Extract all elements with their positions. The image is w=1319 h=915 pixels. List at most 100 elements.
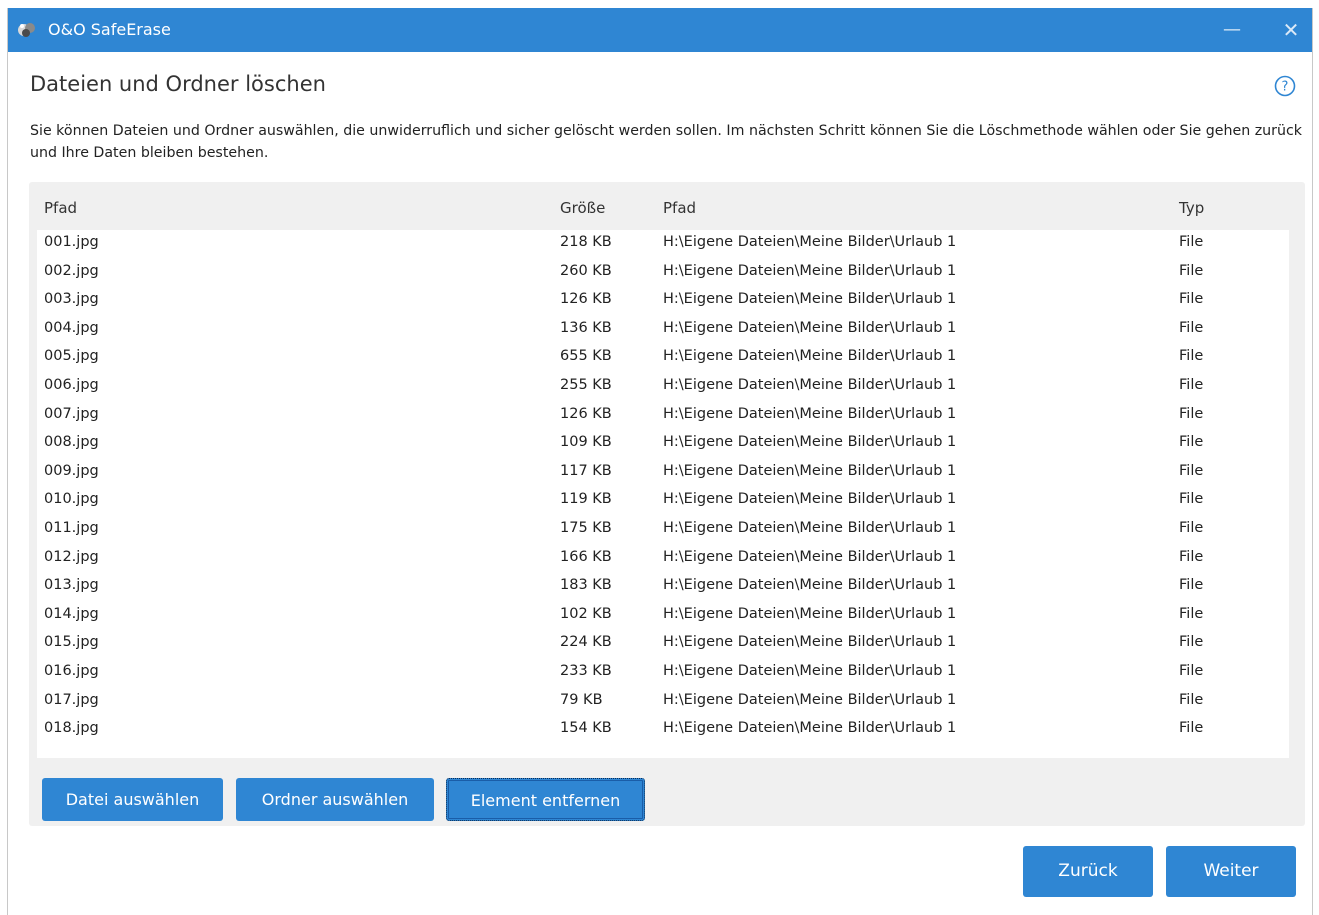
cell-path: H:\Eigene Dateien\Meine Bilder\Urlaub 1: [663, 405, 957, 422]
table-row[interactable]: 015.jpg 224 KB H:\Eigene Dateien\Meine Bil…: [37, 630, 1289, 659]
cell-type: File: [1179, 691, 1204, 708]
table-row[interactable]: 001.jpg 218 KB H:\Eigene Dateien\Meine Bil…: [37, 230, 1289, 259]
title-bar: O&O SafeErase — ✕: [8, 8, 1312, 52]
cell-path: H:\Eigene Dateien\Meine Bilder\Urlaub 1: [663, 348, 957, 365]
cell-size: 119 KB: [560, 491, 612, 508]
column-header-path[interactable]: Pfad: [663, 199, 696, 217]
cell-type: File: [1179, 262, 1204, 279]
table-row[interactable]: 009.jpg 117 KB H:\Eigene Dateien\Meine Bil…: [37, 459, 1289, 488]
column-header-size[interactable]: Größe: [560, 199, 605, 217]
cell-path: H:\Eigene Dateien\Meine Bilder\Urlaub 1: [663, 234, 957, 250]
cell-path: H:\Eigene Dateien\Meine Bilder\Urlaub 1: [663, 291, 957, 308]
cell-size: 218 KB: [560, 234, 612, 250]
cell-name: 018.jpg: [44, 720, 99, 737]
cell-type: File: [1179, 434, 1204, 451]
table-row[interactable]: 018.jpg 154 KB H:\Eigene Dateien\Meine Bil…: [37, 716, 1289, 745]
svg-text:?: ?: [1282, 80, 1289, 95]
cell-path: H:\Eigene Dateien\Meine Bilder\Urlaub 1: [663, 462, 957, 479]
cell-size: 166 KB: [560, 548, 612, 565]
table-row[interactable]: 005.jpg 655 KB H:\Eigene Dateien\Meine Bil…: [37, 344, 1289, 373]
page-title: Dateien und Ordner löschen: [30, 72, 326, 96]
cell-path: H:\Eigene Dateien\Meine Bilder\Urlaub 1: [663, 262, 957, 279]
cell-path: H:\Eigene Dateien\Meine Bilder\Urlaub 1: [663, 377, 957, 393]
table-row[interactable]: 017.jpg 79 KB H:\Eigene Dateien\Meine Bild…: [37, 688, 1289, 717]
cell-size: 126 KB: [560, 405, 612, 422]
column-header-name[interactable]: Pfad: [44, 199, 77, 217]
cell-size: 224 KB: [560, 634, 612, 651]
cell-name: 002.jpg: [44, 262, 99, 279]
cell-name: 001.jpg: [44, 234, 99, 250]
table-row[interactable]: 014.jpg 102 KB H:\Eigene Dateien\Meine Bil…: [37, 602, 1289, 631]
cell-name: 004.jpg: [44, 319, 99, 336]
cell-name: 006.jpg: [44, 377, 99, 393]
window-title: O&O SafeErase: [48, 20, 171, 39]
cell-name: 010.jpg: [44, 491, 99, 508]
cell-name: 007.jpg: [44, 405, 99, 422]
cell-type: File: [1179, 577, 1204, 594]
cell-size: 154 KB: [560, 720, 612, 737]
cell-name: 016.jpg: [44, 663, 99, 679]
cell-path: H:\Eigene Dateien\Meine Bilder\Urlaub 1: [663, 319, 957, 336]
cell-type: File: [1179, 605, 1204, 622]
select-file-button[interactable]: Datei auswählen: [42, 778, 223, 821]
table-row[interactable]: 003.jpg 126 KB H:\Eigene Dateien\Meine Bil…: [37, 287, 1289, 316]
file-list-panel: Pfad Größe Pfad Typ 001.jpg 218 KB H:\Eige…: [29, 182, 1305, 826]
cell-type: File: [1179, 720, 1204, 737]
cell-type: File: [1179, 405, 1204, 422]
table-row[interactable]: 007.jpg 126 KB H:\Eigene Dateien\Meine Bil…: [37, 402, 1289, 431]
cell-path: H:\Eigene Dateien\Meine Bilder\Urlaub 1: [663, 548, 957, 565]
cell-name: 009.jpg: [44, 462, 99, 479]
cell-name: 017.jpg: [44, 691, 99, 708]
table-row[interactable]: 013.jpg 183 KB H:\Eigene Dateien\Meine Bil…: [37, 573, 1289, 602]
cell-path: H:\Eigene Dateien\Meine Bilder\Urlaub 1: [663, 634, 957, 651]
table-row[interactable]: 010.jpg 119 KB H:\Eigene Dateien\Meine Bil…: [37, 487, 1289, 516]
minimize-icon[interactable]: —: [1217, 16, 1247, 44]
close-icon[interactable]: ✕: [1276, 16, 1306, 44]
table-row[interactable]: 004.jpg 136 KB H:\Eigene Dateien\Meine Bil…: [37, 316, 1289, 345]
cell-type: File: [1179, 548, 1204, 565]
cell-type: File: [1179, 634, 1204, 651]
cell-name: 012.jpg: [44, 548, 99, 565]
cell-size: 79 KB: [560, 691, 603, 708]
table-row[interactable]: 006.jpg 255 KB H:\Eigene Dateien\Meine Bil…: [37, 373, 1289, 402]
cell-path: H:\Eigene Dateien\Meine Bilder\Urlaub 1: [663, 434, 957, 451]
cell-size: 183 KB: [560, 577, 612, 594]
cell-size: 175 KB: [560, 520, 612, 536]
select-folder-button[interactable]: Ordner auswählen: [236, 778, 434, 821]
cell-size: 126 KB: [560, 291, 612, 308]
help-icon[interactable]: ?: [1273, 74, 1297, 98]
cell-path: H:\Eigene Dateien\Meine Bilder\Urlaub 1: [663, 577, 957, 594]
cell-type: File: [1179, 319, 1204, 336]
table-row[interactable]: 012.jpg 166 KB H:\Eigene Dateien\Meine Bil…: [37, 545, 1289, 574]
table-row[interactable]: 008.jpg 109 KB H:\Eigene Dateien\Meine Bil…: [37, 430, 1289, 459]
app-logo-icon: [18, 23, 35, 37]
cell-name: 003.jpg: [44, 291, 99, 308]
cell-type: File: [1179, 462, 1204, 479]
back-button[interactable]: Zurück: [1023, 846, 1153, 897]
column-header-type[interactable]: Typ: [1179, 199, 1204, 217]
file-list[interactable]: 001.jpg 218 KB H:\Eigene Dateien\Meine Bil…: [37, 230, 1289, 758]
cell-name: 015.jpg: [44, 634, 99, 651]
app-window: O&O SafeErase — ✕ Dateien und Ordner lös…: [7, 8, 1313, 915]
cell-type: File: [1179, 291, 1204, 308]
cell-size: 136 KB: [560, 319, 612, 336]
cell-size: 102 KB: [560, 605, 612, 622]
cell-path: H:\Eigene Dateien\Meine Bilder\Urlaub 1: [663, 720, 957, 737]
table-row[interactable]: 016.jpg 233 KB H:\Eigene Dateien\Meine Bil…: [37, 659, 1289, 688]
cell-type: File: [1179, 234, 1204, 250]
cell-type: File: [1179, 520, 1204, 536]
cell-name: 005.jpg: [44, 348, 99, 365]
table-row[interactable]: 011.jpg 175 KB H:\Eigene Dateien\Meine Bil…: [37, 516, 1289, 545]
cell-path: H:\Eigene Dateien\Meine Bilder\Urlaub 1: [663, 491, 957, 508]
table-row[interactable]: 002.jpg 260 KB H:\Eigene Dateien\Meine Bil…: [37, 259, 1289, 288]
cell-type: File: [1179, 663, 1204, 679]
cell-name: 011.jpg: [44, 520, 99, 536]
table-header: Pfad Größe Pfad Typ: [29, 182, 1305, 230]
next-button[interactable]: Weiter: [1166, 846, 1296, 897]
cell-path: H:\Eigene Dateien\Meine Bilder\Urlaub 1: [663, 691, 957, 708]
cell-type: File: [1179, 377, 1204, 393]
remove-item-button[interactable]: Element entfernen: [446, 778, 645, 821]
cell-path: H:\Eigene Dateien\Meine Bilder\Urlaub 1: [663, 605, 957, 622]
cell-name: 014.jpg: [44, 605, 99, 622]
cell-name: 013.jpg: [44, 577, 99, 594]
